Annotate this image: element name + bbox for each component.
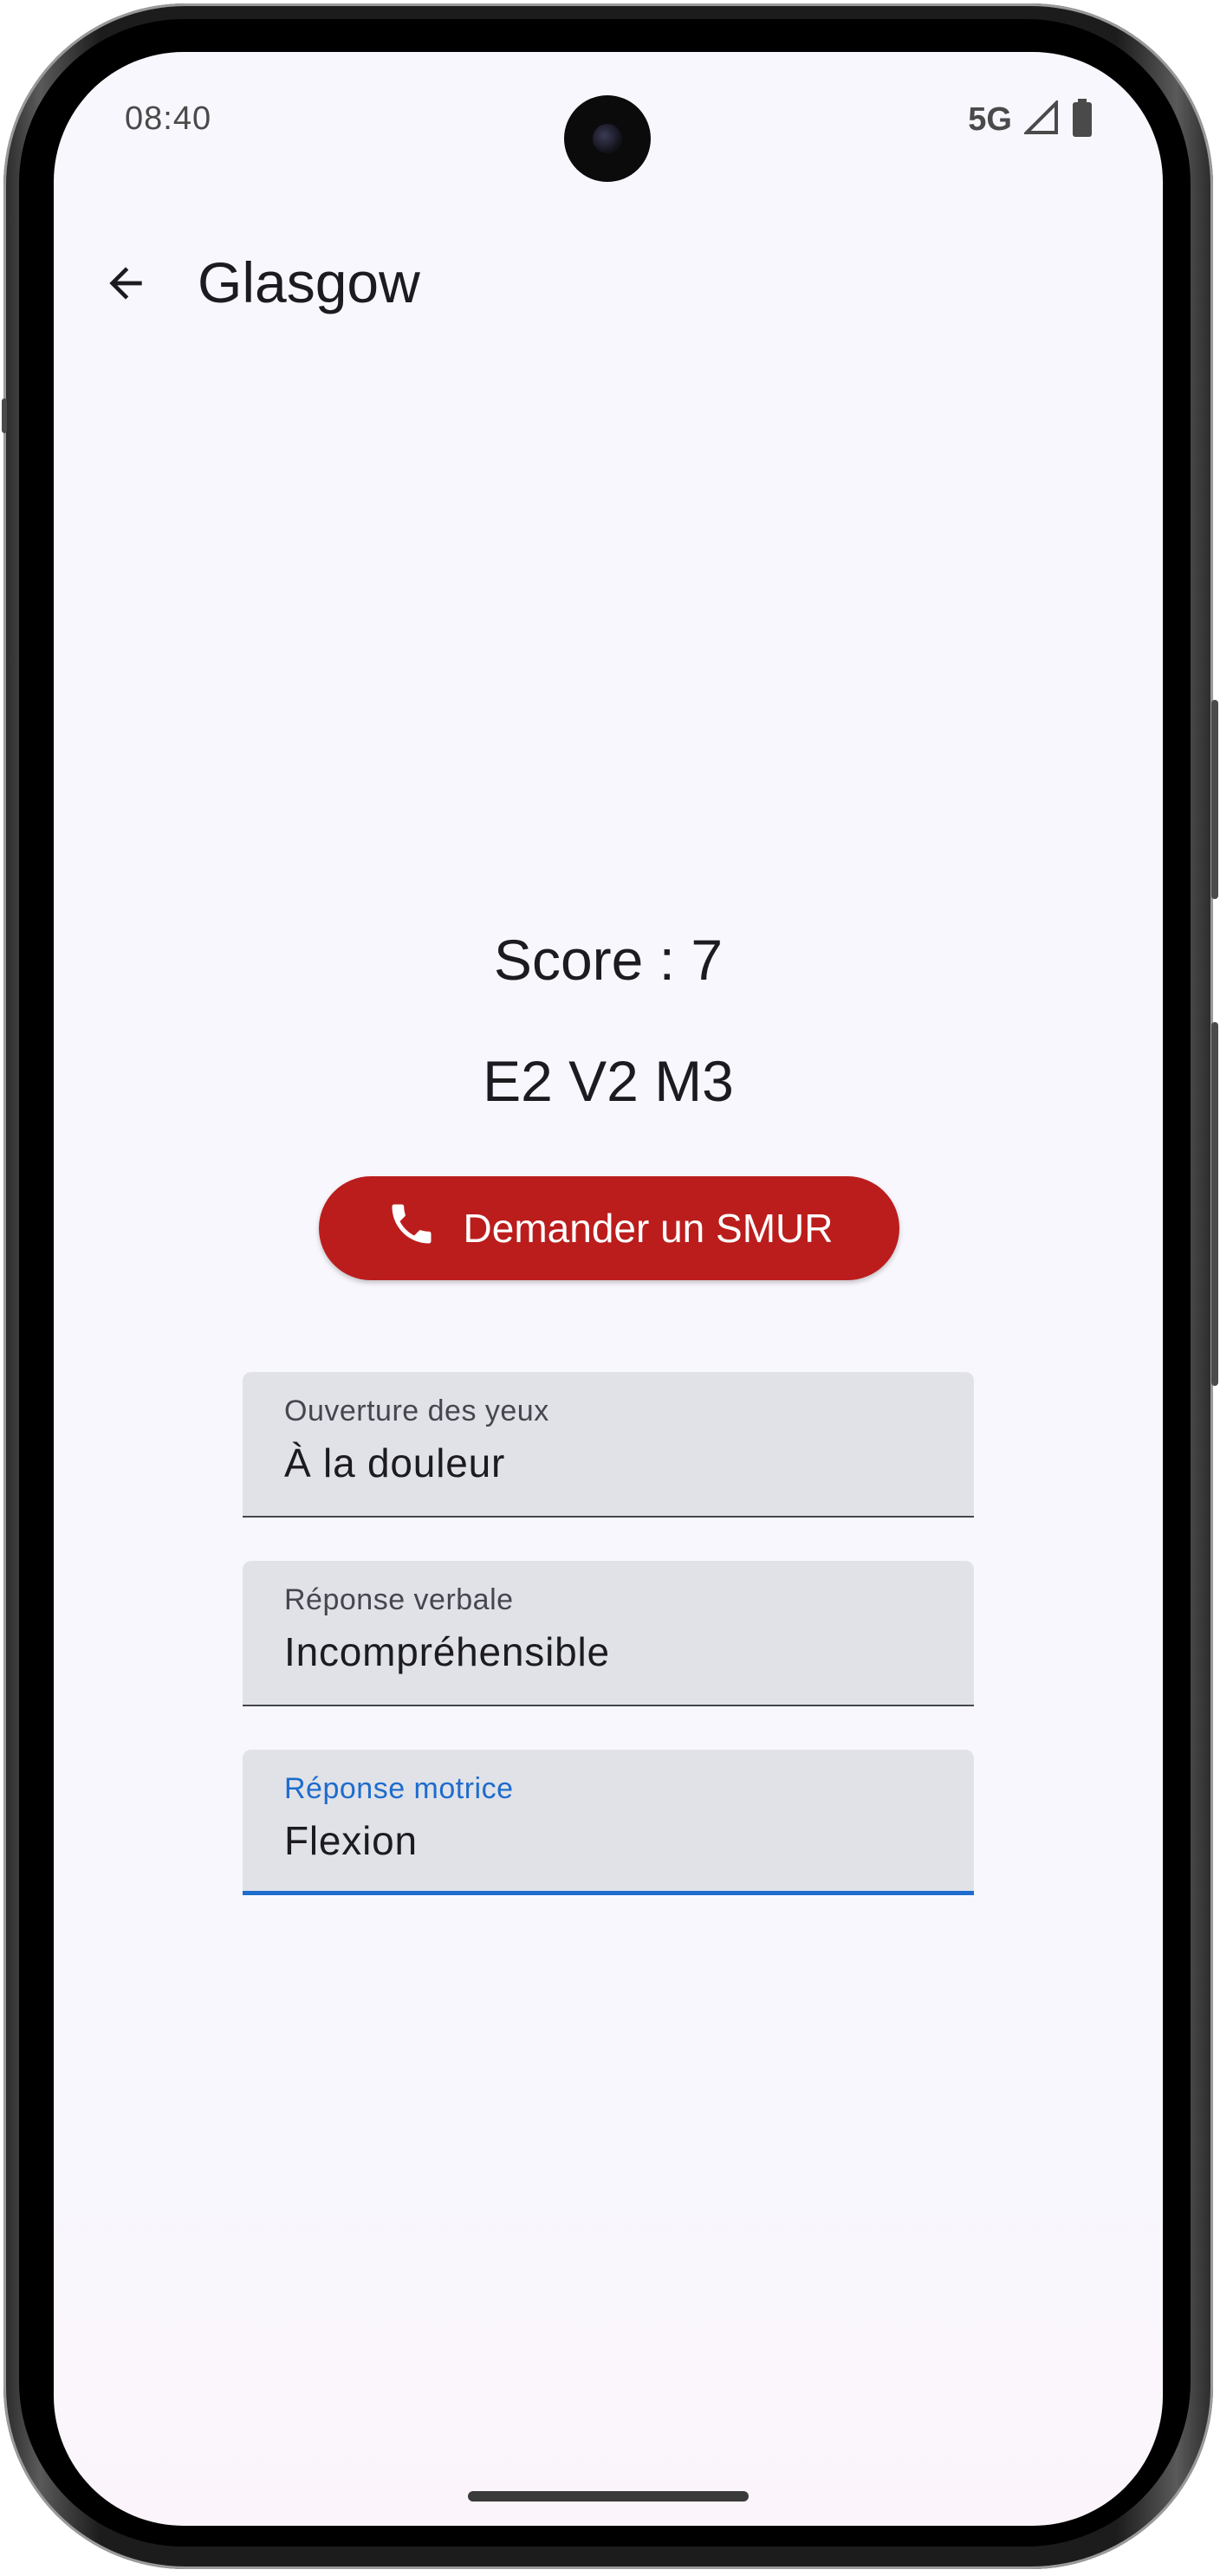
page-title: Glasgow (198, 250, 420, 314)
volume-button (1211, 1022, 1218, 1386)
signal-icon (1022, 99, 1059, 139)
score-detail: E2 V2 M3 (483, 1049, 734, 1113)
field-value: À la douleur (284, 1440, 506, 1485)
screen: 08:40 5G Glasgow Score: 7 E2 V2 M3 Dema… (54, 52, 1163, 2526)
motor-response-field[interactable]: Réponse motrice Flexion (243, 1750, 974, 1895)
field-value: Flexion (284, 1818, 418, 1863)
phone-icon (386, 1198, 438, 1259)
power-button (1211, 700, 1218, 899)
request-smur-button[interactable]: Demander un SMUR (319, 1176, 899, 1280)
status-icons: 5G (968, 99, 1093, 141)
network-label: 5G (968, 101, 1012, 138)
left-button (2, 398, 7, 433)
arrow-back-icon[interactable] (95, 253, 156, 314)
eye-opening-field[interactable]: Ouverture des yeux À la douleur (243, 1372, 974, 1518)
home-indicator[interactable] (468, 2491, 749, 2502)
score-text: Score : 7 (493, 928, 724, 992)
status-time: 08:40 (125, 100, 212, 137)
front-camera (564, 95, 651, 182)
field-value: Incompréhensible (284, 1629, 610, 1674)
device-frame: 08:40 5G Glasgow Score: 7 E2 V2 M3 Dema… (0, 0, 1220, 2576)
battery-icon (1071, 99, 1093, 141)
top-app-bar: Glasgow (54, 234, 1163, 329)
field-label: Réponse verbale (284, 1583, 514, 1616)
request-smur-label: Demander un SMUR (463, 1206, 834, 1251)
field-label: Réponse motrice (284, 1772, 514, 1805)
field-label: Ouverture des yeux (284, 1395, 549, 1427)
verbal-response-field[interactable]: Réponse verbale Incompréhensible (243, 1561, 974, 1706)
